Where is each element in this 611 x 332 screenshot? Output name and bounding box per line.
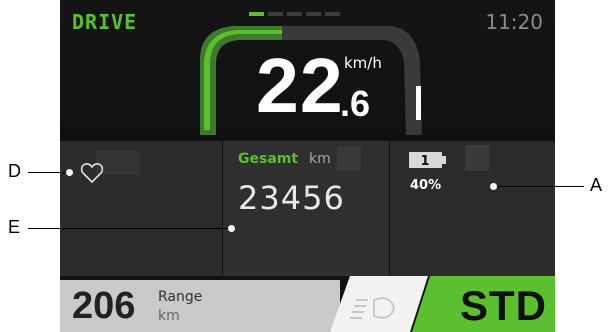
ghost-placeholder (337, 147, 361, 171)
battery-icon: 1 (409, 152, 446, 169)
callout-d-line (28, 172, 70, 173)
speed-decimal: .6 (340, 83, 371, 124)
favorite-tile[interactable] (60, 141, 222, 276)
assist-mode-label: STD (460, 282, 547, 329)
callout-d-dot (66, 169, 73, 176)
headlight-button[interactable] (330, 276, 428, 332)
battery-percent: 40% (410, 178, 442, 193)
callout-a-dot (490, 183, 497, 190)
speed-value: 22 (256, 43, 344, 129)
bottom-bar: 206 Range km STD (60, 276, 555, 332)
battery-level-number: 1 (420, 154, 429, 169)
battery-tile[interactable]: 1 40% (390, 141, 555, 276)
callout-e-line (28, 228, 234, 229)
odometer-value: 23456 (238, 179, 345, 217)
callout-a-line (494, 186, 584, 187)
heart-icon[interactable] (80, 162, 104, 184)
ghost-placeholder (465, 145, 489, 171)
odometer-unit: km (309, 151, 331, 167)
speed-unit: km/h (344, 54, 382, 72)
callout-a-label: A (590, 175, 603, 195)
display-screen: DRIVE 11:20 km/h 22 .6 Gesamt km 23456 1 (60, 0, 555, 332)
callout-e-label: E (8, 217, 21, 237)
odometer-tile[interactable]: Gesamt km 23456 (223, 141, 389, 276)
callout-d-label: D (8, 161, 21, 181)
odometer-label: Gesamt (238, 151, 299, 167)
callout-e-dot (228, 225, 235, 232)
